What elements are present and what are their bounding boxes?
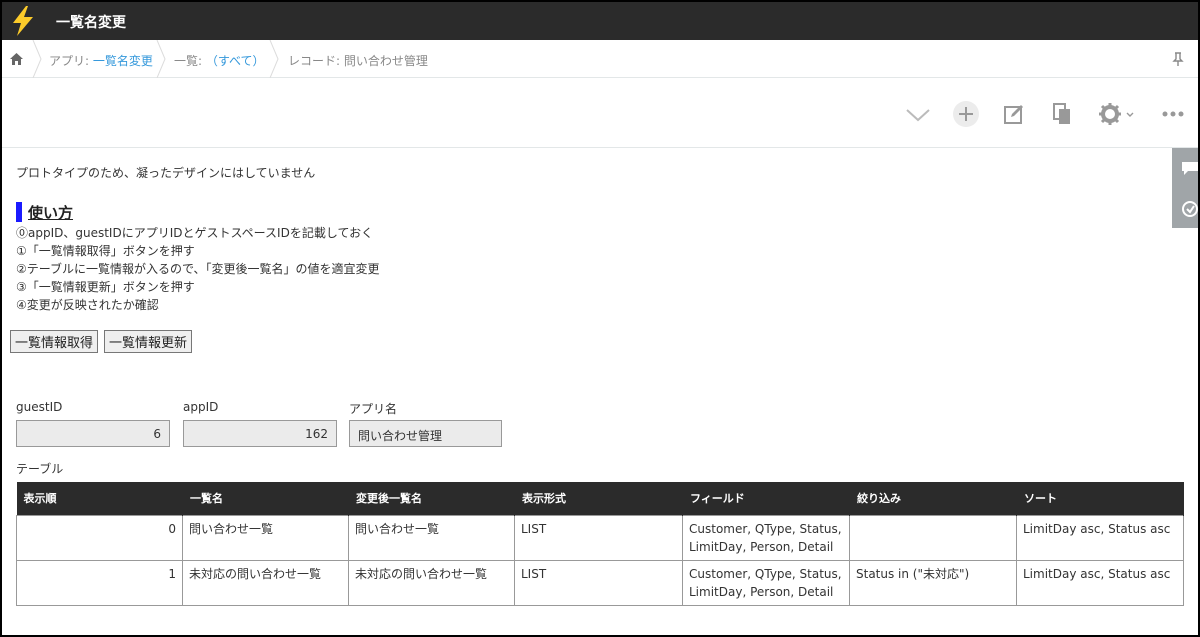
- table-cell-filter: [849, 514, 1017, 561]
- usage-step: ②テーブルに一覧情報が入るので、「変更後一覧名」の値を適宜変更: [16, 262, 380, 276]
- update-list-button[interactable]: 一覧情報更新: [104, 330, 193, 353]
- breadcrumb-app-link[interactable]: 一覧名変更: [93, 54, 153, 68]
- table-cell-new-list-name[interactable]: 問い合わせ一覧: [348, 514, 515, 561]
- usage-step: ④変更が反映されたか確認: [16, 298, 159, 312]
- more-icon[interactable]: [1160, 100, 1188, 128]
- table-row: 1 未対応の問い合わせ一覧 未対応の問い合わせ一覧 LIST Customer,…: [16, 559, 1184, 606]
- table-cell-sort: LimitDay asc, Status asc: [1016, 559, 1184, 606]
- table-label: テーブル: [16, 462, 64, 476]
- column-header: 表示形式: [514, 482, 683, 515]
- breadcrumb-record: レコード: 問い合わせ管理: [288, 54, 428, 68]
- app-window: 一覧名変更 アプリ: 一覧名変更 一覧: （すべて） レコード: 問い合わせ管理: [2, 2, 1198, 635]
- add-icon[interactable]: [952, 100, 980, 128]
- app-id-field[interactable]: 162: [183, 420, 337, 447]
- breadcrumb-list-link[interactable]: （すべて）: [206, 54, 265, 68]
- pin-icon[interactable]: [1172, 52, 1184, 66]
- app-title: 一覧名変更: [56, 15, 126, 31]
- breadcrumb-separator-icon: [32, 40, 42, 78]
- side-panel-tabs: [1172, 148, 1198, 228]
- usage-step: ③「一覧情報更新」ボタンを押す: [16, 280, 195, 294]
- column-header: フィールド: [682, 482, 850, 515]
- app-name-label: アプリ名: [349, 402, 398, 416]
- usage-step: ⓪appID、guestIDにアプリIDとゲストスペースIDを記載しておく: [16, 226, 374, 240]
- breadcrumb: アプリ: 一覧名変更 一覧: （すべて） レコード: 問い合わせ管理: [2, 40, 1198, 78]
- table-cell-fields: Customer, QType, Status, LimitDay, Perso…: [682, 559, 850, 606]
- app-name-field[interactable]: 問い合わせ管理: [349, 420, 502, 447]
- table-cell-fields: Customer, QType, Status, LimitDay, Perso…: [682, 514, 850, 561]
- table-cell-sort: LimitDay asc, Status asc: [1016, 514, 1184, 561]
- breadcrumb-separator-icon: [269, 40, 279, 78]
- breadcrumb-list: 一覧: （すべて）: [174, 54, 265, 68]
- column-header: 表示順: [16, 482, 183, 515]
- column-header: 絞り込み: [849, 482, 1017, 515]
- fetch-list-button[interactable]: 一覧情報取得: [10, 330, 99, 353]
- table-cell-order: 1: [16, 559, 183, 606]
- history-icon[interactable]: [1180, 200, 1198, 218]
- table-cell-new-list-name[interactable]: 未対応の問い合わせ一覧: [348, 559, 515, 606]
- table-cell-list-name: 未対応の問い合わせ一覧: [182, 559, 349, 606]
- kintone-logo[interactable]: [6, 4, 40, 38]
- comment-icon[interactable]: [1180, 160, 1198, 176]
- home-icon[interactable]: [10, 53, 23, 65]
- breadcrumb-separator-icon: [156, 40, 166, 78]
- guest-id-label: guestID: [16, 400, 63, 414]
- edit-icon[interactable]: [1000, 100, 1028, 128]
- usage-step: ①「一覧情報取得」ボタンを押す: [16, 244, 195, 258]
- app-id-label: appID: [183, 400, 219, 414]
- breadcrumb-app: アプリ: 一覧名変更: [49, 54, 153, 68]
- app-header: 一覧名変更: [2, 2, 1198, 40]
- chevron-down-icon[interactable]: [904, 100, 932, 128]
- gear-icon[interactable]: [1096, 100, 1136, 128]
- table-header-row: 表示順 一覧名 変更後一覧名 表示形式 フィールド 絞り込み ソート: [16, 482, 1184, 515]
- copy-icon[interactable]: [1048, 100, 1076, 128]
- usage-title: 使い方: [28, 204, 74, 222]
- column-header: ソート: [1016, 482, 1184, 515]
- table-cell-type: LIST: [514, 514, 683, 561]
- heading-accent-bar: [16, 202, 22, 222]
- guest-id-field[interactable]: 6: [16, 420, 170, 447]
- list-table: 表示順 一覧名 変更後一覧名 表示形式 フィールド 絞り込み ソート 0 問い合…: [16, 482, 1184, 606]
- table-cell-order: 0: [16, 514, 183, 561]
- table-cell-filter: Status in ("未対応"): [849, 559, 1017, 606]
- column-header: 変更後一覧名: [348, 482, 515, 515]
- table-row: 0 問い合わせ一覧 問い合わせ一覧 LIST Customer, QType, …: [16, 514, 1184, 561]
- prototype-note: プロトタイプのため、凝ったデザインにはしていません: [16, 166, 316, 180]
- table-cell-type: LIST: [514, 559, 683, 606]
- table-cell-list-name: 問い合わせ一覧: [182, 514, 349, 561]
- record-toolbar: [2, 78, 1198, 148]
- column-header: 一覧名: [182, 482, 349, 515]
